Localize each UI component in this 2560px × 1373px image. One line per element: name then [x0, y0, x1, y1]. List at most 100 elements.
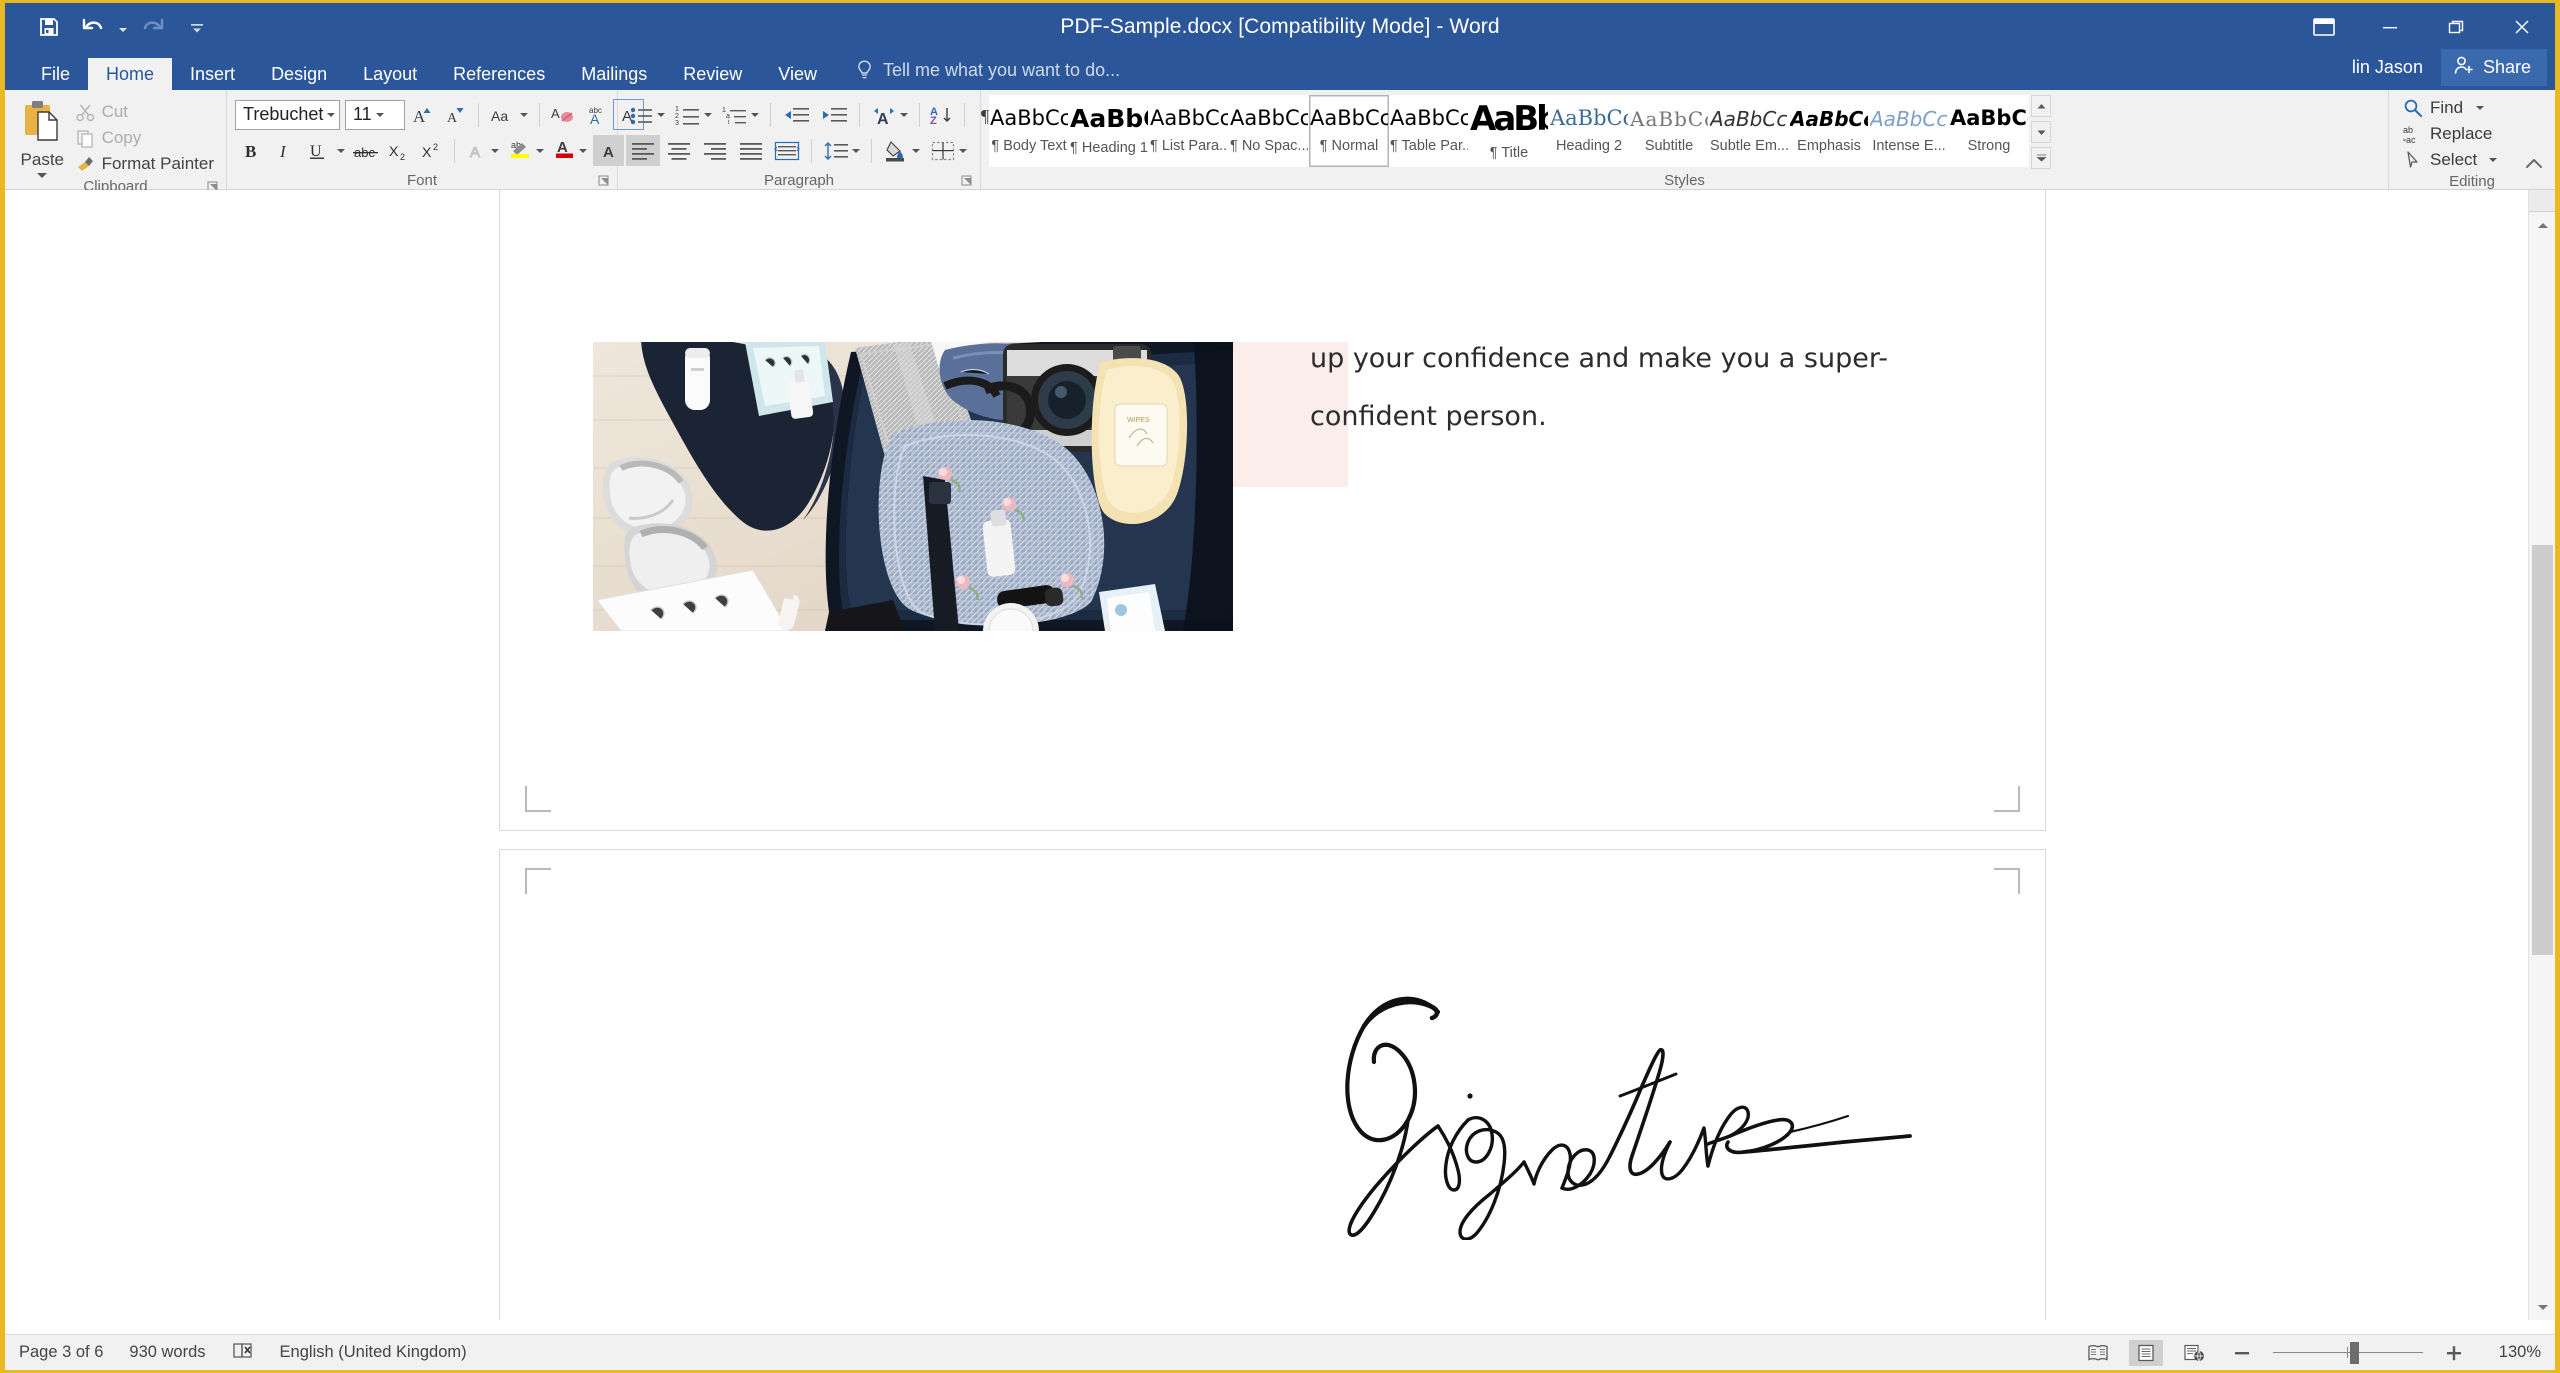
collapse-ribbon-button[interactable]	[2523, 153, 2545, 175]
tab-file[interactable]: File	[23, 58, 88, 90]
tab-home[interactable]: Home	[88, 58, 173, 90]
scrollbar-thumb[interactable]	[2532, 545, 2553, 955]
tab-review[interactable]: Review	[665, 58, 760, 90]
line-spacing-button[interactable]	[819, 135, 864, 166]
font-dialog-launcher-icon[interactable]	[597, 174, 611, 188]
close-button[interactable]	[2489, 3, 2555, 51]
user-name[interactable]: lin Jason	[2338, 51, 2437, 84]
style-item-emphasis[interactable]: AaBbCcDa Emphasis	[1789, 95, 1869, 167]
tab-layout[interactable]: Layout	[345, 58, 435, 90]
share-button[interactable]: Share	[2440, 49, 2547, 86]
zoom-in-button[interactable]	[2437, 1340, 2471, 1366]
zoom-level[interactable]: 130%	[2485, 1343, 2541, 1362]
style-item-body-text[interactable]: AaBbCcD ¶ Body Text	[989, 95, 1069, 167]
font-size-dropdown-icon[interactable]	[372, 112, 388, 117]
tab-mailings[interactable]: Mailings	[563, 58, 665, 90]
style-item-heading-2[interactable]: AaBbCcI Heading 2	[1549, 95, 1629, 167]
tab-design[interactable]: Design	[253, 58, 345, 90]
font-family-dropdown-icon[interactable]	[325, 112, 337, 117]
numbering-button[interactable]: 123	[671, 99, 716, 130]
ribbon-display-options-icon[interactable]	[2291, 3, 2357, 51]
document-page-previous[interactable]: PENTAX WIPES	[500, 190, 2045, 830]
packed-suitcase-photo[interactable]: PENTAX WIPES	[593, 342, 1233, 631]
align-right-button[interactable]	[698, 135, 732, 166]
tab-references[interactable]: References	[435, 58, 563, 90]
increase-font-size-button[interactable]: A	[407, 99, 438, 130]
find-button[interactable]: Find	[2397, 95, 2490, 121]
style-item-subtle-em[interactable]: AaBbCcDa Subtle Em...	[1709, 95, 1789, 167]
text-highlight-color-button[interactable]: ab	[505, 135, 548, 166]
align-left-button[interactable]	[626, 135, 660, 166]
font-size-combobox[interactable]: 11	[345, 99, 405, 130]
document-page-current[interactable]	[500, 850, 2045, 1320]
clear-formatting-button[interactable]: A	[547, 99, 578, 130]
customize-quick-access-toolbar-icon[interactable]	[175, 7, 219, 47]
decrease-indent-button[interactable]	[778, 99, 814, 130]
cut-button[interactable]: Cut	[70, 99, 220, 125]
copy-button[interactable]: Copy	[70, 125, 220, 151]
style-item-list-para[interactable]: AaBbCcD ¶ List Para...	[1149, 95, 1229, 167]
select-dropdown-icon[interactable]	[2489, 158, 2498, 162]
underline-button[interactable]: U	[301, 135, 332, 166]
zoom-slider[interactable]	[2273, 1340, 2423, 1366]
align-center-button[interactable]	[662, 135, 696, 166]
print-layout-button[interactable]	[2129, 1339, 2163, 1366]
format-painter-button[interactable]: Format Painter	[70, 151, 220, 177]
replace-button[interactable]: ab ac Replace	[2397, 121, 2498, 147]
word-count[interactable]: 930 words	[129, 1343, 205, 1362]
body-paragraph[interactable]: up your confidence and make you a super-…	[1310, 330, 1950, 446]
style-item-strong[interactable]: AaBbCcDd Strong	[1949, 95, 2029, 167]
decrease-font-size-button[interactable]: A	[440, 99, 471, 130]
style-item-normal[interactable]: AaBbCcD ¶ Normal	[1309, 95, 1389, 167]
undo-icon[interactable]	[71, 7, 115, 47]
paste-button[interactable]: Paste	[15, 95, 70, 178]
zoom-out-button[interactable]	[2225, 1340, 2259, 1366]
vertical-scrollbar[interactable]	[2528, 190, 2555, 1320]
find-dropdown-icon[interactable]	[2476, 106, 2485, 110]
subscript-button[interactable]: X2	[383, 135, 414, 166]
styles-gallery-scrollbar[interactable]	[2031, 95, 2051, 169]
bold-button[interactable]: B	[235, 135, 266, 166]
multilevel-list-button[interactable]: 1ai	[718, 99, 763, 130]
scroll-up-icon[interactable]	[2529, 212, 2555, 239]
styles-more-icon[interactable]	[2031, 147, 2051, 169]
increase-indent-button[interactable]	[816, 99, 852, 130]
borders-button[interactable]	[926, 135, 971, 166]
save-icon[interactable]	[27, 7, 71, 47]
justify-button[interactable]	[734, 135, 768, 166]
tell-me-search[interactable]: Tell me what you want to do...	[835, 51, 1120, 90]
font-family-combobox[interactable]: Trebuchet MS	[235, 99, 340, 130]
italic-button[interactable]: I	[268, 135, 299, 166]
asian-layout-button[interactable]: A	[867, 99, 912, 130]
distributed-button[interactable]	[770, 135, 804, 166]
signature-image[interactable]	[1320, 950, 1940, 1241]
select-button[interactable]: Select	[2397, 147, 2503, 173]
zoom-slider-thumb[interactable]	[2350, 1341, 2359, 1364]
shading-button[interactable]	[879, 135, 924, 166]
style-item-heading-1[interactable]: AaBbC ¶ Heading 1	[1069, 95, 1149, 167]
superscript-button[interactable]: X2	[416, 135, 447, 166]
font-color-button[interactable]: A	[550, 135, 591, 166]
style-item-no-spac[interactable]: AaBbCcD ¶ No Spac...	[1229, 95, 1309, 167]
read-mode-button[interactable]	[2081, 1340, 2115, 1366]
language-indicator[interactable]: English (United Kingdom)	[280, 1343, 467, 1362]
sort-button[interactable]: AZ	[927, 99, 957, 130]
proofing-status[interactable]	[232, 1341, 254, 1364]
redo-icon[interactable]	[131, 7, 175, 47]
style-item-subtitle[interactable]: AaBbCcD Subtitle	[1629, 95, 1709, 167]
style-item-title[interactable]: AaBbCcDd ¶ Title	[1469, 95, 1549, 167]
document-canvas[interactable]: PENTAX WIPES	[5, 190, 2555, 1320]
restore-button[interactable]	[2423, 3, 2489, 51]
split-window-handle[interactable]	[2529, 190, 2555, 212]
style-item-table-par[interactable]: AaBbCcD ¶ Table Par...	[1389, 95, 1469, 167]
text-effects-button[interactable]: A	[462, 135, 503, 166]
change-case-button[interactable]: Aa	[486, 99, 532, 130]
bullets-button[interactable]	[626, 99, 669, 130]
styles-scroll-down-icon[interactable]	[2031, 121, 2051, 143]
tab-view[interactable]: View	[760, 58, 835, 90]
style-item-intense-e[interactable]: AaBbCcDa Intense E...	[1869, 95, 1949, 167]
web-layout-button[interactable]	[2177, 1340, 2211, 1366]
strikethrough-button[interactable]: abc	[350, 135, 381, 166]
paragraph-dialog-launcher-icon[interactable]	[960, 174, 974, 188]
scroll-down-icon[interactable]	[2529, 1293, 2555, 1320]
